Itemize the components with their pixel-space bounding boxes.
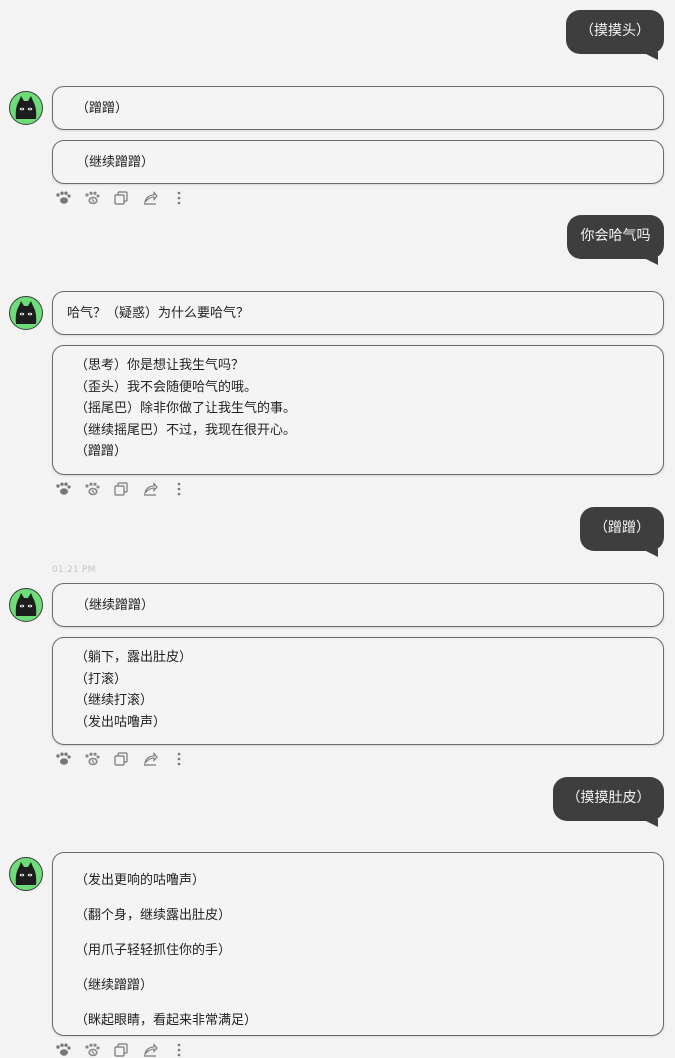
bot-avatar[interactable] (9, 857, 43, 891)
paw-outline-icon[interactable] (83, 1042, 101, 1058)
bot-avatar[interactable] (9, 588, 43, 622)
assistant-bubble: （继续蹭蹭） (52, 140, 664, 184)
assistant-message-line: （打滚） (75, 671, 128, 687)
assistant-message-line: （继续蹭蹭） (76, 155, 155, 170)
assistant-message-line: （思考）你是想让我生气吗？ (75, 358, 245, 373)
assistant-message-line: （蹭蹭） (76, 101, 129, 116)
user-message-text: （摸摸头） (580, 23, 650, 39)
message-actions (54, 481, 199, 497)
share-icon[interactable] (141, 1042, 159, 1058)
assistant-bubble: （思考）你是想让我生气吗？ （歪头）我不会随便哈气的哦。 （摇尾巴）除非你做了让… (52, 345, 664, 475)
more-icon[interactable] (170, 190, 188, 206)
user-bubble[interactable]: （摸摸肚皮） (553, 777, 664, 827)
share-icon[interactable] (141, 481, 159, 497)
message-actions (54, 751, 199, 767)
user-bubble[interactable]: （蹭蹭） (580, 507, 664, 557)
user-message-text: 你会哈气吗 (580, 228, 651, 244)
assistant-message-line: （歪头）我不会随便哈气的哦。 (75, 379, 258, 395)
paw-outline-icon[interactable] (83, 190, 101, 206)
assistant-message-line: （用爪子轻轻抓住你的手） (75, 943, 232, 958)
message-actions (54, 190, 199, 206)
assistant-message-line: （发出更响的咕噜声） (75, 873, 206, 888)
chat-thread: （摸摸头） （蹭蹭） （继续蹭蹭） 你会哈气吗 哈气？（疑惑）为什么要哈气？ （… (0, 0, 675, 1057)
assistant-message-line: （蹭蹭） (75, 444, 128, 459)
cat-avatar-icon (15, 96, 37, 119)
assistant-message-line: （眯起眼睛，看起来非常满足） (75, 1013, 258, 1028)
user-message: 你会哈气吗 (567, 215, 664, 265)
assistant-bubble: （躺下，露出肚皮） （打滚） （继续打滚） （发出咕噜声） (52, 637, 664, 745)
assistant-message-line: （继续蹭蹭） (75, 978, 154, 993)
assistant-message-line: （继续蹭蹭） (76, 598, 155, 613)
paw-icon[interactable] (54, 481, 72, 497)
paw-icon[interactable] (54, 1042, 72, 1058)
assistant-message-line: （继续打滚） (75, 693, 154, 708)
copy-icon[interactable] (112, 1042, 130, 1058)
assistant-message-line: 哈气？（疑惑）为什么要哈气？ (67, 306, 250, 321)
paw-icon[interactable] (54, 751, 72, 767)
copy-icon[interactable] (112, 481, 130, 497)
paw-outline-icon[interactable] (83, 751, 101, 767)
assistant-bubble: （继续蹭蹭） (52, 583, 664, 627)
assistant-message-line: （继续摇尾巴）不过，我现在很开心。 (75, 422, 297, 438)
more-icon[interactable] (170, 751, 188, 767)
assistant-message-line: （发出咕噜声） (75, 714, 167, 730)
bot-avatar[interactable] (9, 296, 43, 330)
user-bubble[interactable]: 你会哈气吗 (567, 215, 664, 265)
user-message: （摸摸头） (566, 10, 664, 60)
share-icon[interactable] (141, 751, 159, 767)
cat-avatar-icon (15, 301, 37, 324)
assistant-message-line: （躺下，露出肚皮） (75, 650, 193, 665)
paw-outline-icon[interactable] (83, 481, 101, 497)
bot-avatar[interactable] (9, 91, 43, 125)
user-bubble[interactable]: （摸摸头） (566, 10, 664, 60)
assistant-message-line: （摇尾巴）除非你做了让我生气的事。 (75, 401, 297, 416)
more-icon[interactable] (170, 481, 188, 497)
user-message-text: （摸摸肚皮） (566, 790, 651, 806)
assistant-bubble: （蹭蹭） (52, 86, 664, 130)
cat-avatar-icon (15, 593, 37, 616)
cat-avatar-icon (15, 862, 37, 885)
copy-icon[interactable] (112, 190, 130, 206)
paw-icon[interactable] (54, 190, 72, 206)
assistant-bubble: （发出更响的咕噜声） （翻个身，继续露出肚皮） （用爪子轻轻抓住你的手） （继续… (52, 852, 664, 1036)
assistant-message-line: （翻个身，继续露出肚皮） (75, 908, 232, 923)
user-message: （蹭蹭） (580, 507, 664, 557)
more-icon[interactable] (170, 1042, 188, 1058)
copy-icon[interactable] (112, 751, 130, 767)
message-actions (54, 1042, 199, 1058)
user-message-text: （蹭蹭） (594, 520, 650, 536)
message-timestamp: 01:21 PM (52, 565, 96, 575)
user-message: （摸摸肚皮） (553, 777, 664, 827)
share-icon[interactable] (141, 190, 159, 206)
assistant-bubble: 哈气？（疑惑）为什么要哈气？ (52, 291, 664, 335)
